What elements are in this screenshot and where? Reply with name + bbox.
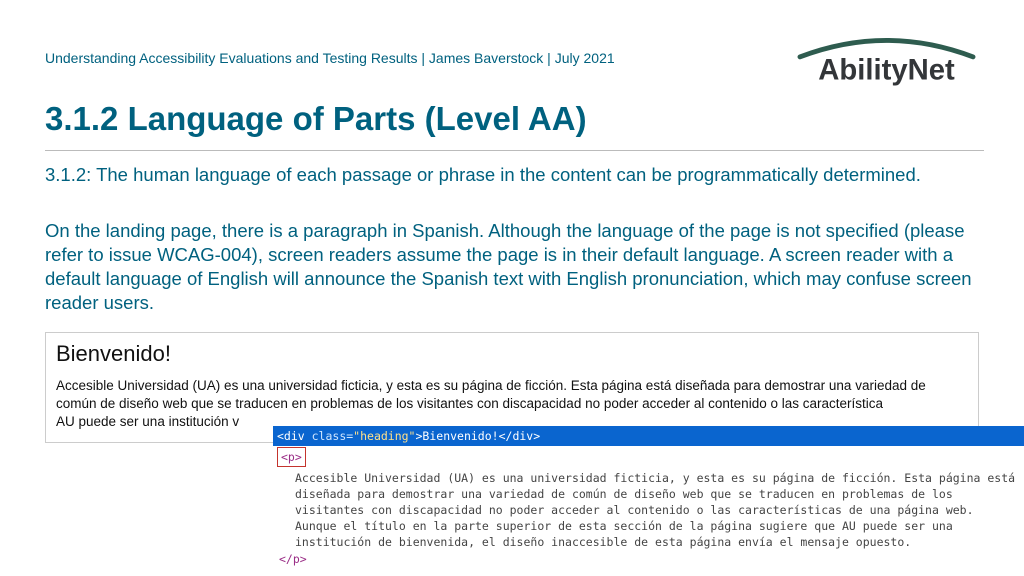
horizontal-rule — [45, 150, 984, 151]
slide-title: 3.1.2 Language of Parts (Level AA) — [45, 100, 587, 138]
example-paragraph: Accesible Universidad (UA) es una univer… — [56, 377, 968, 432]
devtools-highlighted-tag: <p> — [277, 447, 306, 467]
abilitynet-logo: AbilityNet — [789, 34, 984, 92]
devtools-node-text: Accesible Universidad (UA) es una univer… — [273, 467, 1024, 552]
slide-header: Understanding Accessibility Evaluations … — [45, 50, 615, 66]
explanation-text: On the landing page, there is a paragrap… — [45, 219, 979, 315]
devtools-selected-element: <div class="heading">Bienvenido!</div> — [273, 426, 1024, 446]
example-heading: Bienvenido! — [56, 341, 968, 367]
devtools-panel: <div class="heading">Bienvenido!</div> <… — [273, 426, 1024, 566]
svg-text:AbilityNet: AbilityNet — [818, 54, 955, 86]
devtools-close-tag: </p> — [273, 552, 1024, 566]
success-criterion-text: 3.1.2: The human language of each passag… — [45, 163, 979, 187]
